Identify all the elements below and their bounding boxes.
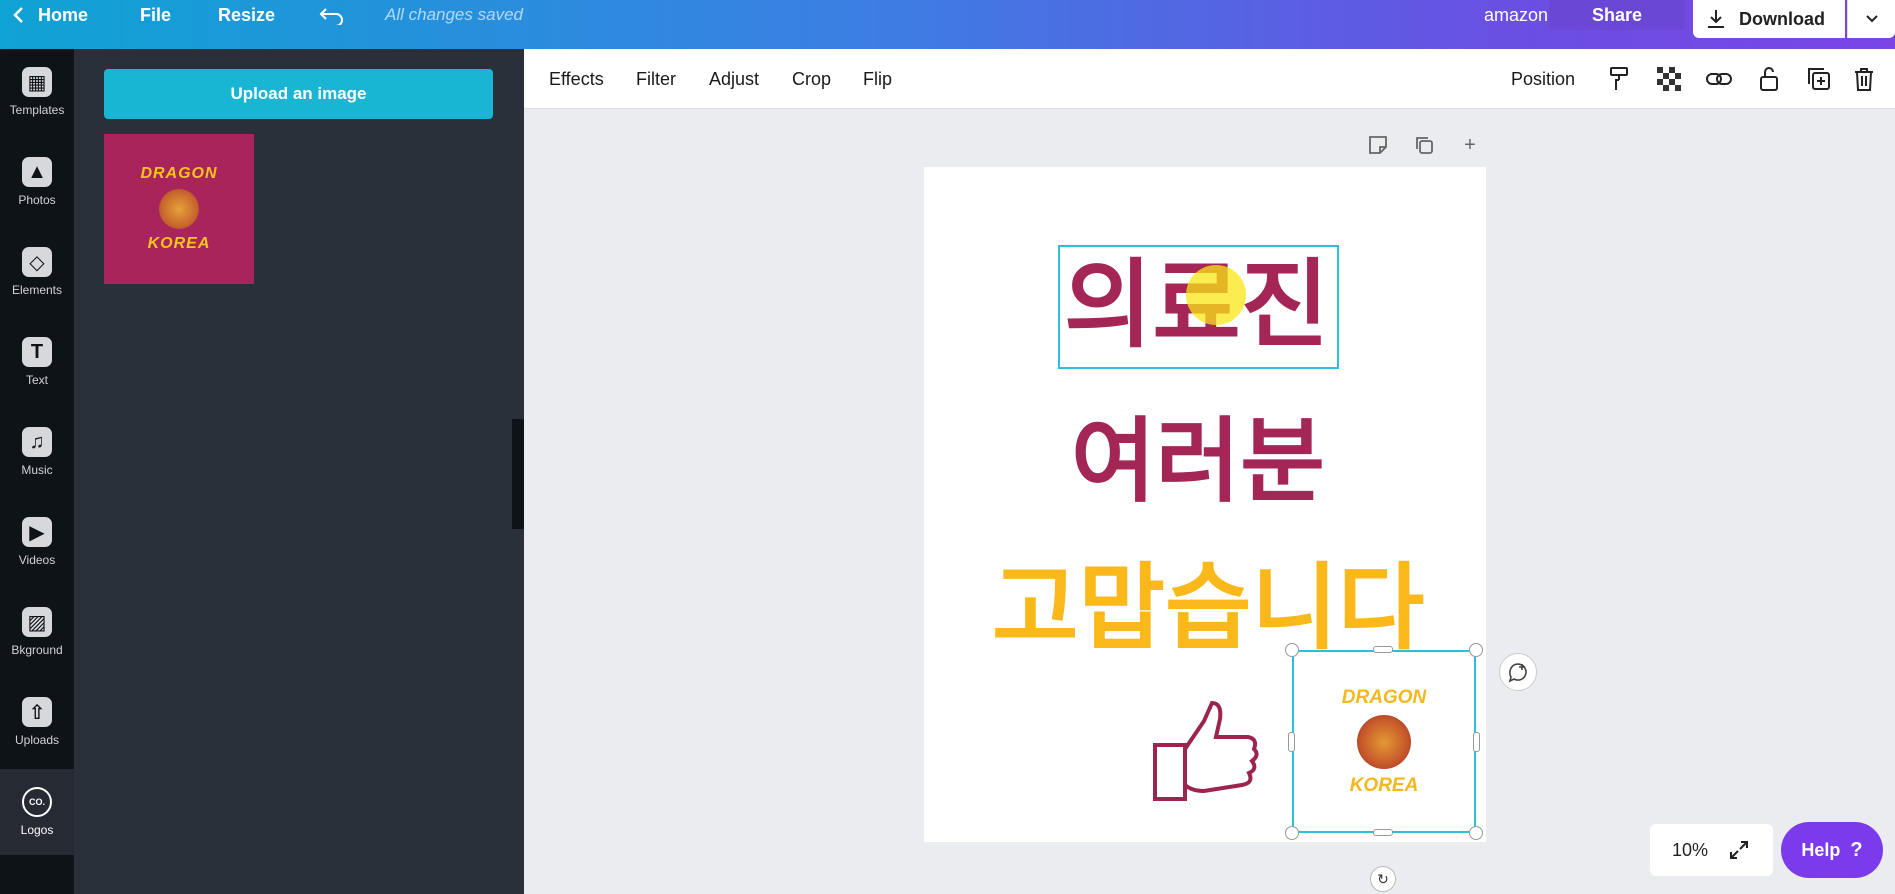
notes-icon[interactable] <box>1366 133 1390 157</box>
background-icon: ▨ <box>22 607 52 637</box>
resize-handle-right[interactable] <box>1473 732 1480 752</box>
rail-label: Templates <box>9 103 65 117</box>
resize-button[interactable]: Resize <box>218 0 275 30</box>
copy-page-icon[interactable] <box>1412 133 1436 157</box>
rail-item-templates[interactable]: ▦ Templates <box>0 49 74 135</box>
logo-top-text: DRAGON <box>1341 686 1427 708</box>
templates-icon: ▦ <box>22 67 52 97</box>
chevron-down-icon[interactable] <box>1847 0 1895 38</box>
rail-label: Photos <box>18 193 56 207</box>
rail-item-uploads[interactable]: ⇧ Uploads <box>0 679 74 765</box>
rail-item-videos[interactable]: ▶ Videos <box>0 499 74 585</box>
resize-handle-bottom[interactable] <box>1373 829 1393 836</box>
unlock-icon[interactable] <box>1754 64 1784 94</box>
text-icon: T <box>22 337 52 367</box>
rail-label: Text <box>25 373 48 387</box>
logo-thumbnail[interactable]: DRAGON KOREA <box>104 134 254 284</box>
dragon-korea-logo[interactable]: DRAGON KOREA <box>1292 650 1476 833</box>
rail-item-music[interactable]: ♫ Music <box>0 409 74 495</box>
elements-icon: ◇ <box>22 247 52 277</box>
headline-line-2[interactable]: 여러분 <box>1071 407 1325 517</box>
design-name[interactable]: amazon <box>1484 0 1548 30</box>
duplicate-icon[interactable] <box>1804 64 1834 94</box>
flip-button[interactable]: Flip <box>863 49 892 109</box>
headline-line-3[interactable]: 고맙습니다 <box>992 553 1424 665</box>
logos-panel: Upload an image DRAGON KOREA <box>74 49 524 894</box>
help-label: Help <box>1801 839 1841 860</box>
position-button[interactable]: Position <box>1511 49 1575 109</box>
fullscreen-icon[interactable] <box>1728 839 1750 861</box>
crop-button[interactable]: Crop <box>792 49 831 109</box>
music-icon: ♫ <box>22 427 52 457</box>
resize-handle-top[interactable] <box>1373 646 1393 653</box>
undo-icon[interactable] <box>318 0 346 30</box>
adjust-button[interactable]: Adjust <box>709 49 759 109</box>
resize-handle-bottom-left[interactable] <box>1285 826 1299 840</box>
resize-handle-top-right[interactable] <box>1469 643 1483 657</box>
uploads-icon: ⇧ <box>22 697 52 727</box>
rail-label: Bkground <box>11 643 63 657</box>
editor-toolbar: Effects Filter Adjust Crop Flip Position <box>524 49 1895 109</box>
save-status: All changes saved <box>385 5 523 24</box>
download-icon <box>1708 10 1724 28</box>
question-icon: ? <box>1850 838 1863 861</box>
thumb-top-text: DRAGON <box>140 165 218 182</box>
resize-handle-top-left[interactable] <box>1285 643 1299 657</box>
help-button[interactable]: Help ? <box>1781 822 1883 878</box>
cursor-highlight <box>1186 265 1246 325</box>
rotate-icon[interactable]: ↻ <box>1370 866 1396 892</box>
rail-item-photos[interactable]: ▲ Photos <box>0 139 74 225</box>
dragon-seal-icon <box>159 189 199 229</box>
rail-label: Elements <box>11 283 63 297</box>
photos-icon: ▲ <box>22 157 52 187</box>
download-label: Download <box>1739 8 1825 29</box>
side-rail: ▦ Templates ▲ Photos ◇ Elements T Text ♫… <box>0 49 74 894</box>
back-icon[interactable] <box>12 0 26 30</box>
dragon-seal-icon <box>1357 714 1411 769</box>
thumbs-up-icon[interactable] <box>1152 699 1262 801</box>
top-bar: Home File Resize All changes saved amazo… <box>0 0 1895 49</box>
design-page[interactable]: 의료진 여러분 고맙습니다 DRAGON KOREA <box>924 167 1486 842</box>
resize-handle-bottom-right[interactable] <box>1469 826 1483 840</box>
effects-button[interactable]: Effects <box>549 49 604 109</box>
share-button[interactable]: Share <box>1549 0 1685 30</box>
rail-label: Videos <box>18 553 56 567</box>
paint-roller-icon[interactable] <box>1604 64 1634 94</box>
rail-item-background[interactable]: ▨ Bkground <box>0 589 74 675</box>
zoom-control[interactable]: 10% <box>1650 824 1773 876</box>
download-button[interactable]: Download <box>1693 0 1845 38</box>
filter-button[interactable]: Filter <box>636 49 676 109</box>
transparency-icon[interactable] <box>1654 64 1684 94</box>
rail-item-text[interactable]: T Text <box>0 319 74 405</box>
rail-label: Music <box>21 463 53 477</box>
rail-label: Logos <box>20 823 54 837</box>
link-icon[interactable] <box>1704 64 1734 94</box>
trash-icon[interactable] <box>1849 64 1879 94</box>
zoom-value: 10% <box>1672 839 1709 860</box>
logo-bottom-text: KOREA <box>1349 774 1419 796</box>
resize-handle-left[interactable] <box>1288 732 1295 752</box>
rail-item-logos[interactable]: CO. Logos <box>0 769 74 855</box>
home-button[interactable]: Home <box>38 0 88 30</box>
comment-add-icon[interactable] <box>1499 653 1537 691</box>
file-menu[interactable]: File <box>140 0 171 30</box>
logos-icon: CO. <box>22 787 52 817</box>
upload-image-button[interactable]: Upload an image <box>104 69 493 119</box>
rail-label: Uploads <box>14 733 60 747</box>
thumb-bottom-text: KOREA <box>147 235 211 252</box>
videos-icon: ▶ <box>22 517 52 547</box>
rail-item-elements[interactable]: ◇ Elements <box>0 229 74 315</box>
add-page-icon[interactable]: + <box>1458 133 1482 157</box>
